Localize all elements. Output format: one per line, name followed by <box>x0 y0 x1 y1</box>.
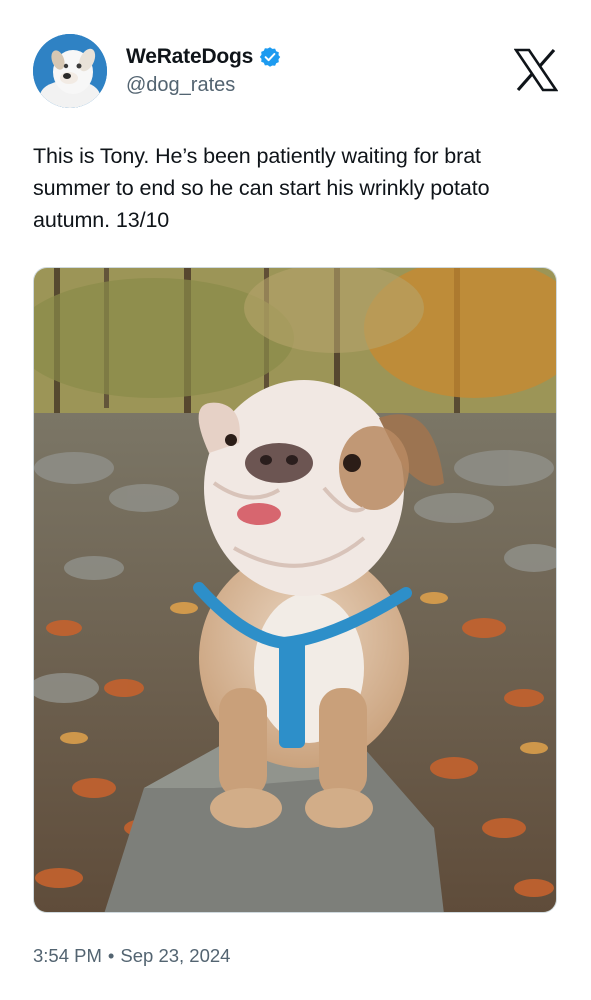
author-names: WeRateDogs @dog_rates <box>126 44 281 97</box>
timestamp-time: 3:54 PM <box>33 945 102 966</box>
tweet-header: WeRateDogs @dog_rates <box>0 0 591 120</box>
avatar[interactable] <box>33 34 107 108</box>
display-name[interactable]: WeRateDogs <box>126 44 253 70</box>
bulldog-photo-image <box>34 268 556 912</box>
tweet-text: This is Tony. He’s been patiently waitin… <box>33 144 490 232</box>
author-handle[interactable]: @dog_rates <box>126 73 281 97</box>
verified-badge-icon <box>259 46 281 68</box>
dog-avatar-image <box>33 34 107 108</box>
timestamp-date: Sep 23, 2024 <box>120 945 231 966</box>
tweet-timestamp[interactable]: 3:54 PM • Sep 23, 2024 <box>33 944 230 968</box>
timestamp-separator: • <box>107 945 115 966</box>
x-logo-icon[interactable] <box>513 48 559 92</box>
tweet-photo[interactable] <box>33 267 557 913</box>
display-name-row: WeRateDogs <box>126 44 281 70</box>
